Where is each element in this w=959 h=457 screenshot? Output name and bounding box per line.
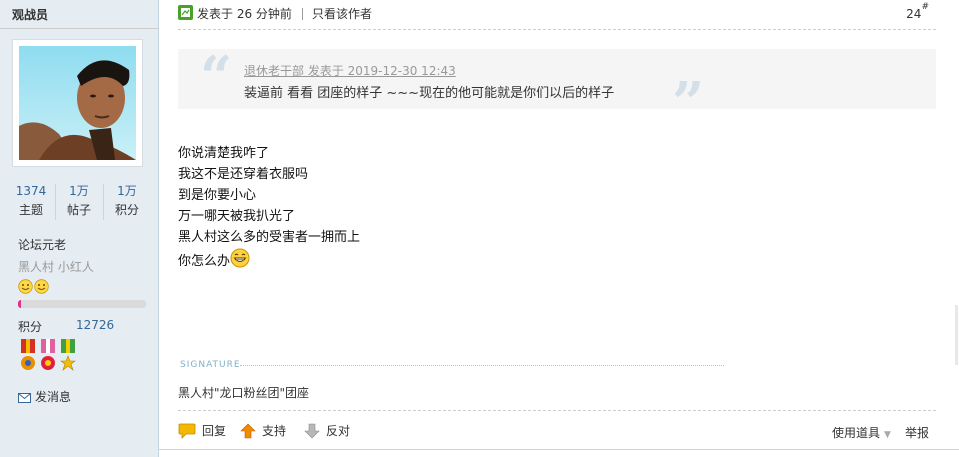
support-arrow-icon — [240, 423, 256, 438]
quote-meta-link[interactable]: 退休老干部 发表于 2019-12-30 12:43 — [244, 62, 456, 79]
stat-value[interactable]: 1万 — [56, 182, 102, 200]
post-last-line: 你怎么办 — [178, 248, 360, 269]
post-line: 万一哪天被我扒光了 — [178, 209, 296, 224]
report-link[interactable]: 举报 — [905, 424, 929, 441]
post-status-icon — [178, 5, 193, 20]
floor-number[interactable]: 24# — [906, 2, 929, 21]
reply-button[interactable]: 回复 — [178, 422, 226, 439]
post-line: 到是你要小心 — [178, 188, 257, 203]
scroll-track[interactable] — [955, 305, 958, 365]
open-quote-icon: “ — [200, 44, 233, 110]
stat-label: 主题 — [18, 203, 43, 217]
author-stats: 1374 主题 1万 帖子 1万 积分 — [8, 182, 150, 222]
close-quote-icon: ” — [672, 70, 705, 136]
caret-down-icon: ▼ — [884, 430, 891, 440]
post-line: 你说清楚我咋了 — [178, 146, 270, 161]
rank-progress-bar — [18, 300, 146, 308]
reply-label[interactable]: 回复 — [202, 424, 226, 438]
post-line: 黑人村这么多的受害者一拥而上 — [178, 230, 361, 245]
send-message-link[interactable]: 发消息 — [18, 388, 71, 405]
points-value[interactable]: 12726 — [76, 318, 114, 332]
rank-smiley-icon — [18, 279, 33, 294]
header-separator — [302, 8, 303, 20]
envelope-icon — [18, 392, 31, 403]
avatar-frame[interactable] — [12, 39, 143, 167]
post-actions: 回复 支持 反对 使用道具 ▼ 举报 — [178, 421, 936, 441]
medal-icon[interactable] — [38, 339, 58, 373]
use-tools-menu[interactable]: 使用道具 ▼ — [832, 424, 891, 441]
send-message-label[interactable]: 发消息 — [35, 390, 71, 404]
floor-value[interactable]: 24 — [906, 7, 921, 21]
stat-value[interactable]: 1万 — [104, 182, 150, 200]
author-username[interactable]: 观战员 — [12, 6, 48, 23]
post-line: 你怎么办 — [178, 254, 231, 269]
medal-icon[interactable] — [58, 339, 78, 373]
use-tools-label[interactable]: 使用道具 — [832, 426, 880, 440]
stat-label: 帖子 — [66, 203, 91, 217]
support-label[interactable]: 支持 — [262, 424, 286, 438]
rank-smiley-icon — [34, 279, 49, 294]
author-sidebar: 观战员 1374 主题 1万 帖子 1万 积分 论坛元老 黑人村 小红人 积分 … — [0, 0, 159, 457]
grin-emoji-icon — [230, 248, 250, 268]
only-author-link[interactable]: 只看该作者 — [312, 5, 372, 22]
oppose-arrow-icon — [304, 423, 320, 438]
sidebar-divider — [0, 28, 159, 29]
support-button[interactable]: 支持 — [240, 422, 286, 439]
header-divider — [178, 29, 936, 30]
floor-mark: # — [921, 2, 929, 12]
stat-posts[interactable]: 1万 帖子 — [56, 182, 102, 222]
oppose-button[interactable]: 反对 — [304, 422, 350, 439]
rank-subtitle: 黑人村 小红人 — [18, 260, 94, 274]
oppose-label[interactable]: 反对 — [326, 424, 350, 438]
stat-points[interactable]: 1万 积分 — [104, 182, 150, 222]
rank-progress-fill — [18, 300, 21, 308]
post-body: 你说清楚我咋了 我这不是还穿着衣服吗 到是你要小心 万一哪天被我扒光了 黑人村这… — [178, 143, 360, 269]
quote-text: 装逼前 看看 团座的样子 ~~~现在的他可能就是你们以后的样子 — [244, 86, 615, 101]
points-label: 积分 — [18, 320, 43, 334]
reply-icon — [178, 423, 196, 439]
rank-title[interactable]: 论坛元老 — [18, 236, 66, 253]
bottom-border — [159, 449, 959, 450]
avatar[interactable] — [19, 46, 136, 160]
post-time: 发表于 26 分钟前 — [197, 7, 292, 21]
signature-divider — [240, 365, 724, 366]
stat-value[interactable]: 1374 — [8, 182, 54, 200]
footer-divider — [178, 410, 936, 411]
signature-label: SIGNATURE — [180, 360, 241, 370]
medal-icon[interactable] — [18, 339, 38, 373]
quote-block: “ 退休老干部 发表于 2019-12-30 12:43 装逼前 看看 团座的样… — [178, 44, 936, 131]
signature-text: 黑人村"龙口粉丝团"团座 — [178, 386, 310, 400]
stat-threads[interactable]: 1374 主题 — [8, 182, 54, 222]
post-line: 我这不是还穿着衣服吗 — [178, 167, 309, 182]
stat-label: 积分 — [114, 203, 139, 217]
